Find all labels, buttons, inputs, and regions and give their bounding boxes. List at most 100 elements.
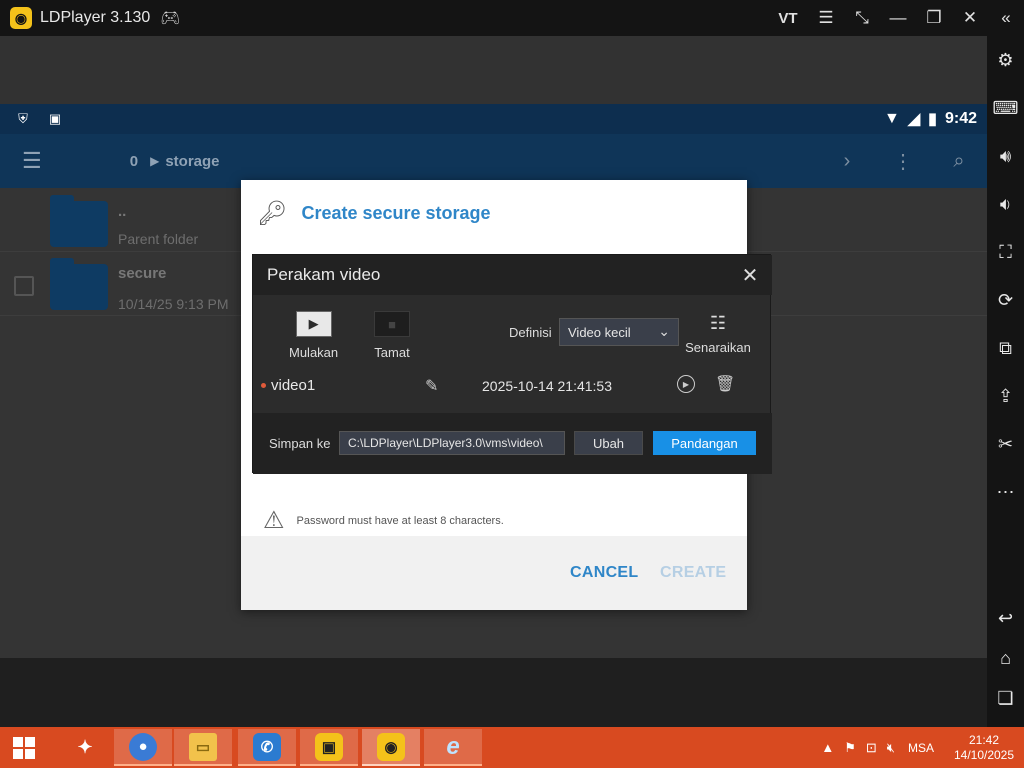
warning-text: Password must have at least 8 characters… — [296, 514, 504, 527]
list-icon: ☷ — [709, 313, 727, 333]
recorder-title: Perakam video — [267, 265, 381, 284]
overflow-menu-icon[interactable]: ⋮ — [875, 149, 931, 174]
hamburger-menu-icon[interactable]: ☰ — [22, 148, 42, 174]
title-bar-controls: VT ☰ ⤡ — ❐ ✕ « — [768, 0, 1024, 36]
internet-explorer-icon: e — [446, 732, 460, 760]
shrink-window-icon[interactable]: ⤡ — [844, 0, 880, 36]
stop-label: Tamat — [374, 345, 410, 360]
taskbar-app-tools[interactable]: ✆ — [238, 729, 296, 766]
cancel-button[interactable]: CANCEL — [570, 564, 638, 582]
item-subtitle: 10/14/25 9:13 PM — [118, 296, 229, 312]
save-path-field[interactable]: C:\LDPlayer\LDPlayer3.0\vms\video\ — [339, 431, 565, 455]
rotate-icon[interactable]: ⟳ — [987, 285, 1024, 315]
no-signal-icon: ◢ — [907, 111, 921, 128]
minimize-icon[interactable]: — — [880, 0, 916, 36]
gamepad-icon[interactable]: 🎮︎ — [160, 8, 180, 28]
home-icon[interactable]: ⌂ — [987, 643, 1024, 673]
taskbar-app-explorer[interactable]: ▭ — [174, 729, 232, 766]
recording-dot-icon — [261, 383, 266, 388]
settings-gear-icon[interactable]: ⚙ — [987, 45, 1024, 75]
keyboard-icon[interactable]: ⌨ — [987, 93, 1024, 123]
show-hidden-icons-icon[interactable]: ▲ — [821, 740, 834, 755]
trash-icon[interactable]: 🗑︎ — [715, 374, 735, 394]
play-icon: ▶ — [295, 311, 332, 337]
taskbar-app-ldplayer[interactable]: ◉ — [362, 729, 420, 766]
breadcrumb-storage[interactable]: storage — [165, 153, 219, 170]
input-language[interactable]: MSA — [908, 741, 934, 755]
taskbar-app-game[interactable]: ✦ — [56, 729, 114, 766]
volume-muted-icon[interactable]: 🔇︎ — [887, 740, 895, 756]
list-label: Senaraikan — [685, 340, 751, 355]
back-icon[interactable]: ↩ — [987, 603, 1024, 633]
menu-icon[interactable]: ☰ — [808, 0, 844, 36]
clock-time: 21:42 — [968, 732, 1000, 747]
flag-icon[interactable]: ⚑ — [844, 740, 856, 756]
item-name: secure — [118, 265, 167, 282]
windows-logo-icon — [13, 736, 35, 759]
status-right: ▼ ◢ ▮ 9:42 — [884, 104, 977, 134]
scissors-icon[interactable]: ✂ — [987, 429, 1024, 459]
key-icon: 🔑︎ — [257, 199, 288, 227]
password-warning: ⚠ Password must have at least 8 characte… — [263, 506, 504, 535]
video-recorder-dialog: Perakam video ✕ ▶ Mulakan ■ Tamat Defini… — [252, 254, 772, 474]
create-button[interactable]: CREATE — [660, 564, 726, 582]
recorder-header: Perakam video ✕ — [253, 255, 772, 295]
taskbar-app-multiplayer[interactable]: ▣ — [300, 729, 358, 766]
stop-icon: ■ — [374, 311, 410, 337]
close-icon[interactable]: ✕ — [952, 0, 988, 36]
install-apk-icon[interactable]: ⇪ — [987, 381, 1024, 411]
restore-window-icon[interactable]: ❐ — [916, 0, 952, 36]
item-checkbox[interactable] — [14, 276, 34, 296]
folder-icon: ▭ — [189, 732, 217, 761]
volume-up-icon[interactable]: 🔊︎ — [987, 141, 1024, 171]
recorder-footer: Simpan ke C:\LDPlayer\LDPlayer3.0\vms\vi… — [253, 413, 772, 474]
clock[interactable]: 21:42 14/10/2025 — [944, 733, 1024, 763]
chevron-right-icon[interactable]: › — [819, 150, 875, 173]
recording-name: video1 — [271, 377, 316, 394]
more-icon[interactable]: ⋯ — [987, 477, 1024, 507]
fullscreen-icon[interactable]: ⛶ — [987, 237, 1024, 267]
app-bar-actions: › ⋮ ⌕ — [819, 134, 987, 188]
vt-button[interactable]: VT — [768, 0, 808, 36]
shield-icon: ⛨ — [18, 111, 28, 126]
collapse-sidebar-icon[interactable]: « — [988, 0, 1024, 36]
view-button[interactable]: Pandangan — [653, 431, 756, 455]
multi-instance-icon[interactable]: ⧉ — [987, 333, 1024, 363]
taskbar-app-ie[interactable]: e — [424, 729, 482, 766]
start-record-button[interactable]: ▶ Mulakan — [289, 311, 338, 360]
title-bar: ◉ LDPlayer 3.130 🎮︎ VT ☰ ⤡ — ❐ ✕ « — [0, 0, 1024, 36]
dialog-title: Create secure storage — [301, 202, 491, 223]
breadcrumb-count: 0 — [129, 152, 139, 170]
below-viewport-area — [0, 658, 987, 727]
start-button[interactable] — [0, 727, 48, 768]
recording-datetime: 2025-10-14 21:41:53 — [482, 378, 612, 394]
definition-select[interactable]: Video kecil ⌄ — [559, 318, 679, 346]
system-tray: ▲ ⚑ ⊡ 🔇︎ MSA 21:42 14/10/2025 — [816, 727, 1024, 768]
taskbar-app-browser[interactable]: ● — [114, 729, 172, 766]
save-to-label: Simpan ke — [269, 436, 331, 451]
dialog-header: 🔑︎ Create secure storage — [241, 180, 747, 246]
close-icon[interactable]: ✕ — [738, 263, 762, 287]
viewport-top-area — [0, 36, 987, 104]
folder-icon — [50, 195, 108, 247]
start-label: Mulakan — [289, 345, 339, 360]
volume-down-icon[interactable]: 🔉︎ — [987, 189, 1024, 219]
edit-icon[interactable]: ✎ — [425, 376, 438, 396]
image-icon: ▣ — [48, 111, 62, 126]
search-icon[interactable]: ⌕ — [931, 150, 987, 173]
stop-record-button[interactable]: ■ Tamat — [374, 311, 410, 360]
list-button[interactable]: ☷ Senaraikan — [683, 313, 753, 355]
item-subtitle: Parent folder — [118, 231, 199, 247]
multi-instance-app-icon: ▣ — [315, 732, 343, 761]
wrench-icon: ✆ — [253, 732, 281, 761]
globe-icon: ● — [129, 732, 157, 761]
android-status-bar: ⛨ ▣ ▼ ◢ ▮ 9:42 — [0, 104, 987, 134]
play-circle-icon[interactable]: ▶ — [677, 375, 695, 393]
recording-row[interactable]: video1 ✎ 2025-10-14 21:41:53 ▶ 🗑︎ — [253, 369, 772, 403]
windows-taskbar: ✦ ● ▭ ✆ ▣ ◉ e ▲ ⚑ ⊡ 🔇︎ MSA 21:42 14/10/2… — [0, 727, 1024, 768]
warning-icon: ⚠ — [263, 507, 285, 534]
game-app-icon: ✦ — [77, 737, 93, 757]
change-button[interactable]: Ubah — [574, 431, 643, 455]
recent-apps-icon[interactable]: ❏ — [987, 683, 1024, 713]
network-icon[interactable]: ⊡ — [866, 740, 877, 756]
